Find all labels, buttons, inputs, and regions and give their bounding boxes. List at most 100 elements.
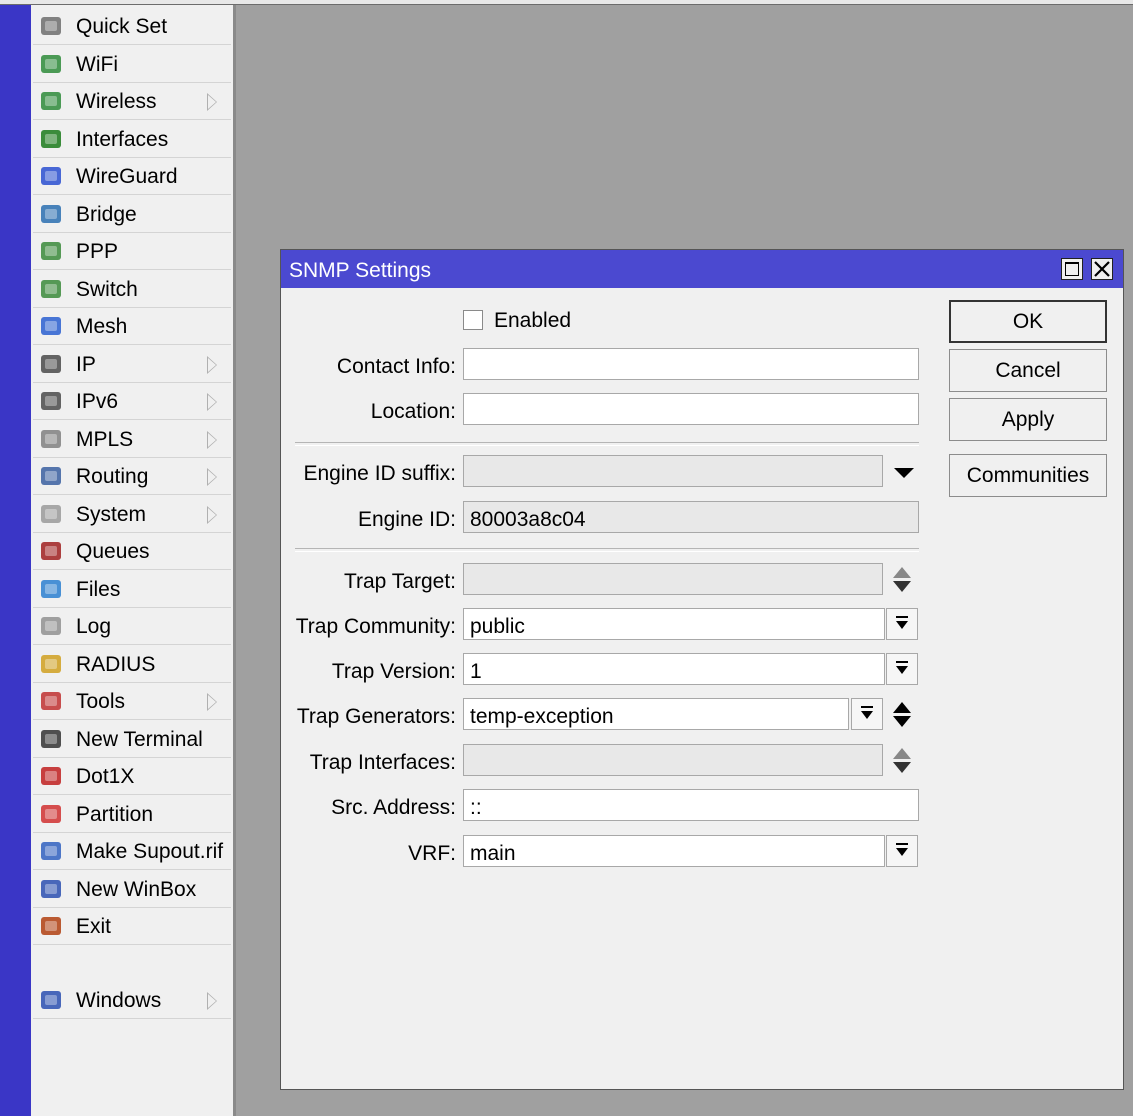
submenu-arrow-icon [207,505,217,524]
sidebar-item-label: Log [76,615,112,638]
window-title: SNMP Settings [289,259,432,282]
sidebar-item-label: PPP [76,240,119,263]
communities-button[interactable]: Communities [949,454,1107,497]
ok-button[interactable]: OK [949,300,1107,343]
trap-generators-add-remove-icon[interactable] [892,700,912,730]
trap-generators-label: Trap Generators: [296,705,456,728]
supout-icon [38,839,64,863]
sidebar-item-label: Exit [76,915,112,938]
trap-target-field[interactable] [463,563,883,595]
sidebar-item-label: Make Supout.rif [76,840,224,863]
enabled-label: Enabled [494,309,572,332]
snmp-settings-window: SNMP Settings Enabled Contact Info: Loca… [280,249,1124,1090]
sidebar-item-mesh[interactable]: Mesh [33,308,231,345]
sidebar-item-partition[interactable]: Partition [33,796,231,833]
sidebar-item-new-winbox[interactable]: New WinBox [33,871,231,908]
sidebar-item-wifi[interactable]: WiFi [33,46,231,83]
submenu-arrow-icon [207,693,217,711]
sidebar-item-queues[interactable]: Queues [33,533,231,570]
ipv6-icon [38,389,64,413]
sidebar-item-label: Windows [76,989,162,1012]
sidebar-item-system[interactable]: System [33,496,231,533]
engine-id-suffix-field[interactable] [463,455,883,487]
vrf-dropdown-button[interactable] [886,835,918,867]
vrf-field[interactable]: main [463,835,885,867]
sidebar-item-windows[interactable]: Windows [33,982,231,1019]
wifi-icon [38,52,64,76]
sidebar-item-label: Quick Set [76,15,168,38]
partition-icon [38,802,64,826]
sidebar-item-ipv6[interactable]: IPv6 [33,383,231,420]
dropdown-icon [896,661,908,663]
sidebar-item-label: Routing [76,465,149,488]
wireguard-icon [38,164,64,188]
sidebar-item-routing[interactable]: Routing [33,458,231,495]
sidebar-item-label: Switch [76,277,138,301]
trap-generators-dropdown-button[interactable] [851,698,883,730]
trap-community-dropdown-button[interactable] [886,608,918,640]
trap-interfaces-add-remove-icon[interactable] [892,746,912,776]
enabled-checkbox[interactable] [463,310,483,330]
submenu-arrow-icon [207,93,217,111]
trap-interfaces-label: Trap Interfaces: [309,751,456,774]
switch-icon [38,277,64,301]
sidebar-item-label: IPv6 [76,390,119,413]
sidebar-item-exit[interactable]: Exit [33,908,231,945]
main-menu: Quick Set WiFi Wireless Interfaces WireGuard… [31,5,236,1116]
trap-community-field[interactable]: public [463,608,885,640]
trap-interfaces-field[interactable] [463,744,883,776]
contact-info-field[interactable] [463,348,919,380]
sidebar-item-new-terminal[interactable]: New Terminal [33,721,231,758]
vrf-label: VRF: [408,842,456,865]
trap-version-label: Trap Version: [331,660,456,683]
sidebar-item-label: New WinBox [76,877,197,901]
engine-id-suffix-dropdown-icon[interactable] [894,468,914,478]
location-field[interactable] [463,393,919,425]
sidebar-item-label: IP [76,352,96,376]
trap-version-dropdown-button[interactable] [886,653,918,685]
sidebar-item-quick-set[interactable]: Quick Set [33,8,231,45]
sidebar-item-wireguard[interactable]: WireGuard [33,158,231,195]
terminal-icon [38,727,64,751]
dot1x-icon [38,764,64,788]
submenu-arrow-icon [207,992,217,1010]
sidebar-item-ppp[interactable]: PPP [33,233,231,270]
trap-version-field[interactable]: 1 [463,653,885,685]
engine-id-label: Engine ID: [357,508,456,531]
sidebar-item-interfaces[interactable]: Interfaces [33,121,231,158]
sidebar-item-label: Dot1X [76,765,135,788]
window-title-bar[interactable]: SNMP Settings [281,250,1123,288]
maximize-button[interactable] [1061,258,1083,280]
sidebar-item-radius[interactable]: RADIUS [33,646,231,683]
contact-info-label: Contact Info: [336,355,456,378]
cancel-button[interactable]: Cancel [949,349,1107,392]
apply-button[interactable]: Apply [949,398,1107,441]
sidebar-item-make-supout-rif[interactable]: Make Supout.rif [33,833,231,870]
sidebar-item-label: RADIUS [76,652,156,676]
files-icon [38,577,64,601]
sidebar-item-mpls[interactable]: MPLS [33,421,231,458]
submenu-arrow-icon [207,393,217,411]
submenu-arrow-icon [207,468,217,486]
sidebar-item-label: Partition [76,802,154,826]
sidebar-item-wireless[interactable]: Wireless [33,83,231,120]
dropdown-icon [861,706,873,708]
trap-generators-field[interactable]: temp-exception [463,698,849,730]
sidebar-item-switch[interactable]: Switch [33,271,231,308]
sidebar-item-dot1x[interactable]: Dot1X [33,758,231,795]
exit-icon [38,914,64,938]
trap-target-add-remove-icon[interactable] [892,565,912,595]
engine-id-field: 80003a8c04 [463,501,919,533]
engine-id-suffix-label: Engine ID suffix: [303,462,456,485]
sidebar-item-files[interactable]: Files [33,571,231,608]
sidebar-item-tools[interactable]: Tools [33,683,231,720]
sidebar-item-label: Mesh [76,315,128,338]
sidebar-item-log[interactable]: Log [33,608,231,645]
src-address-field[interactable]: :: [463,789,919,821]
sidebar-item-label: Files [76,577,121,601]
ip-icon [38,352,64,376]
close-button[interactable] [1091,258,1113,280]
dropdown-icon [896,843,908,845]
sidebar-item-ip[interactable]: IP [33,346,231,383]
sidebar-item-bridge[interactable]: Bridge [33,196,231,233]
